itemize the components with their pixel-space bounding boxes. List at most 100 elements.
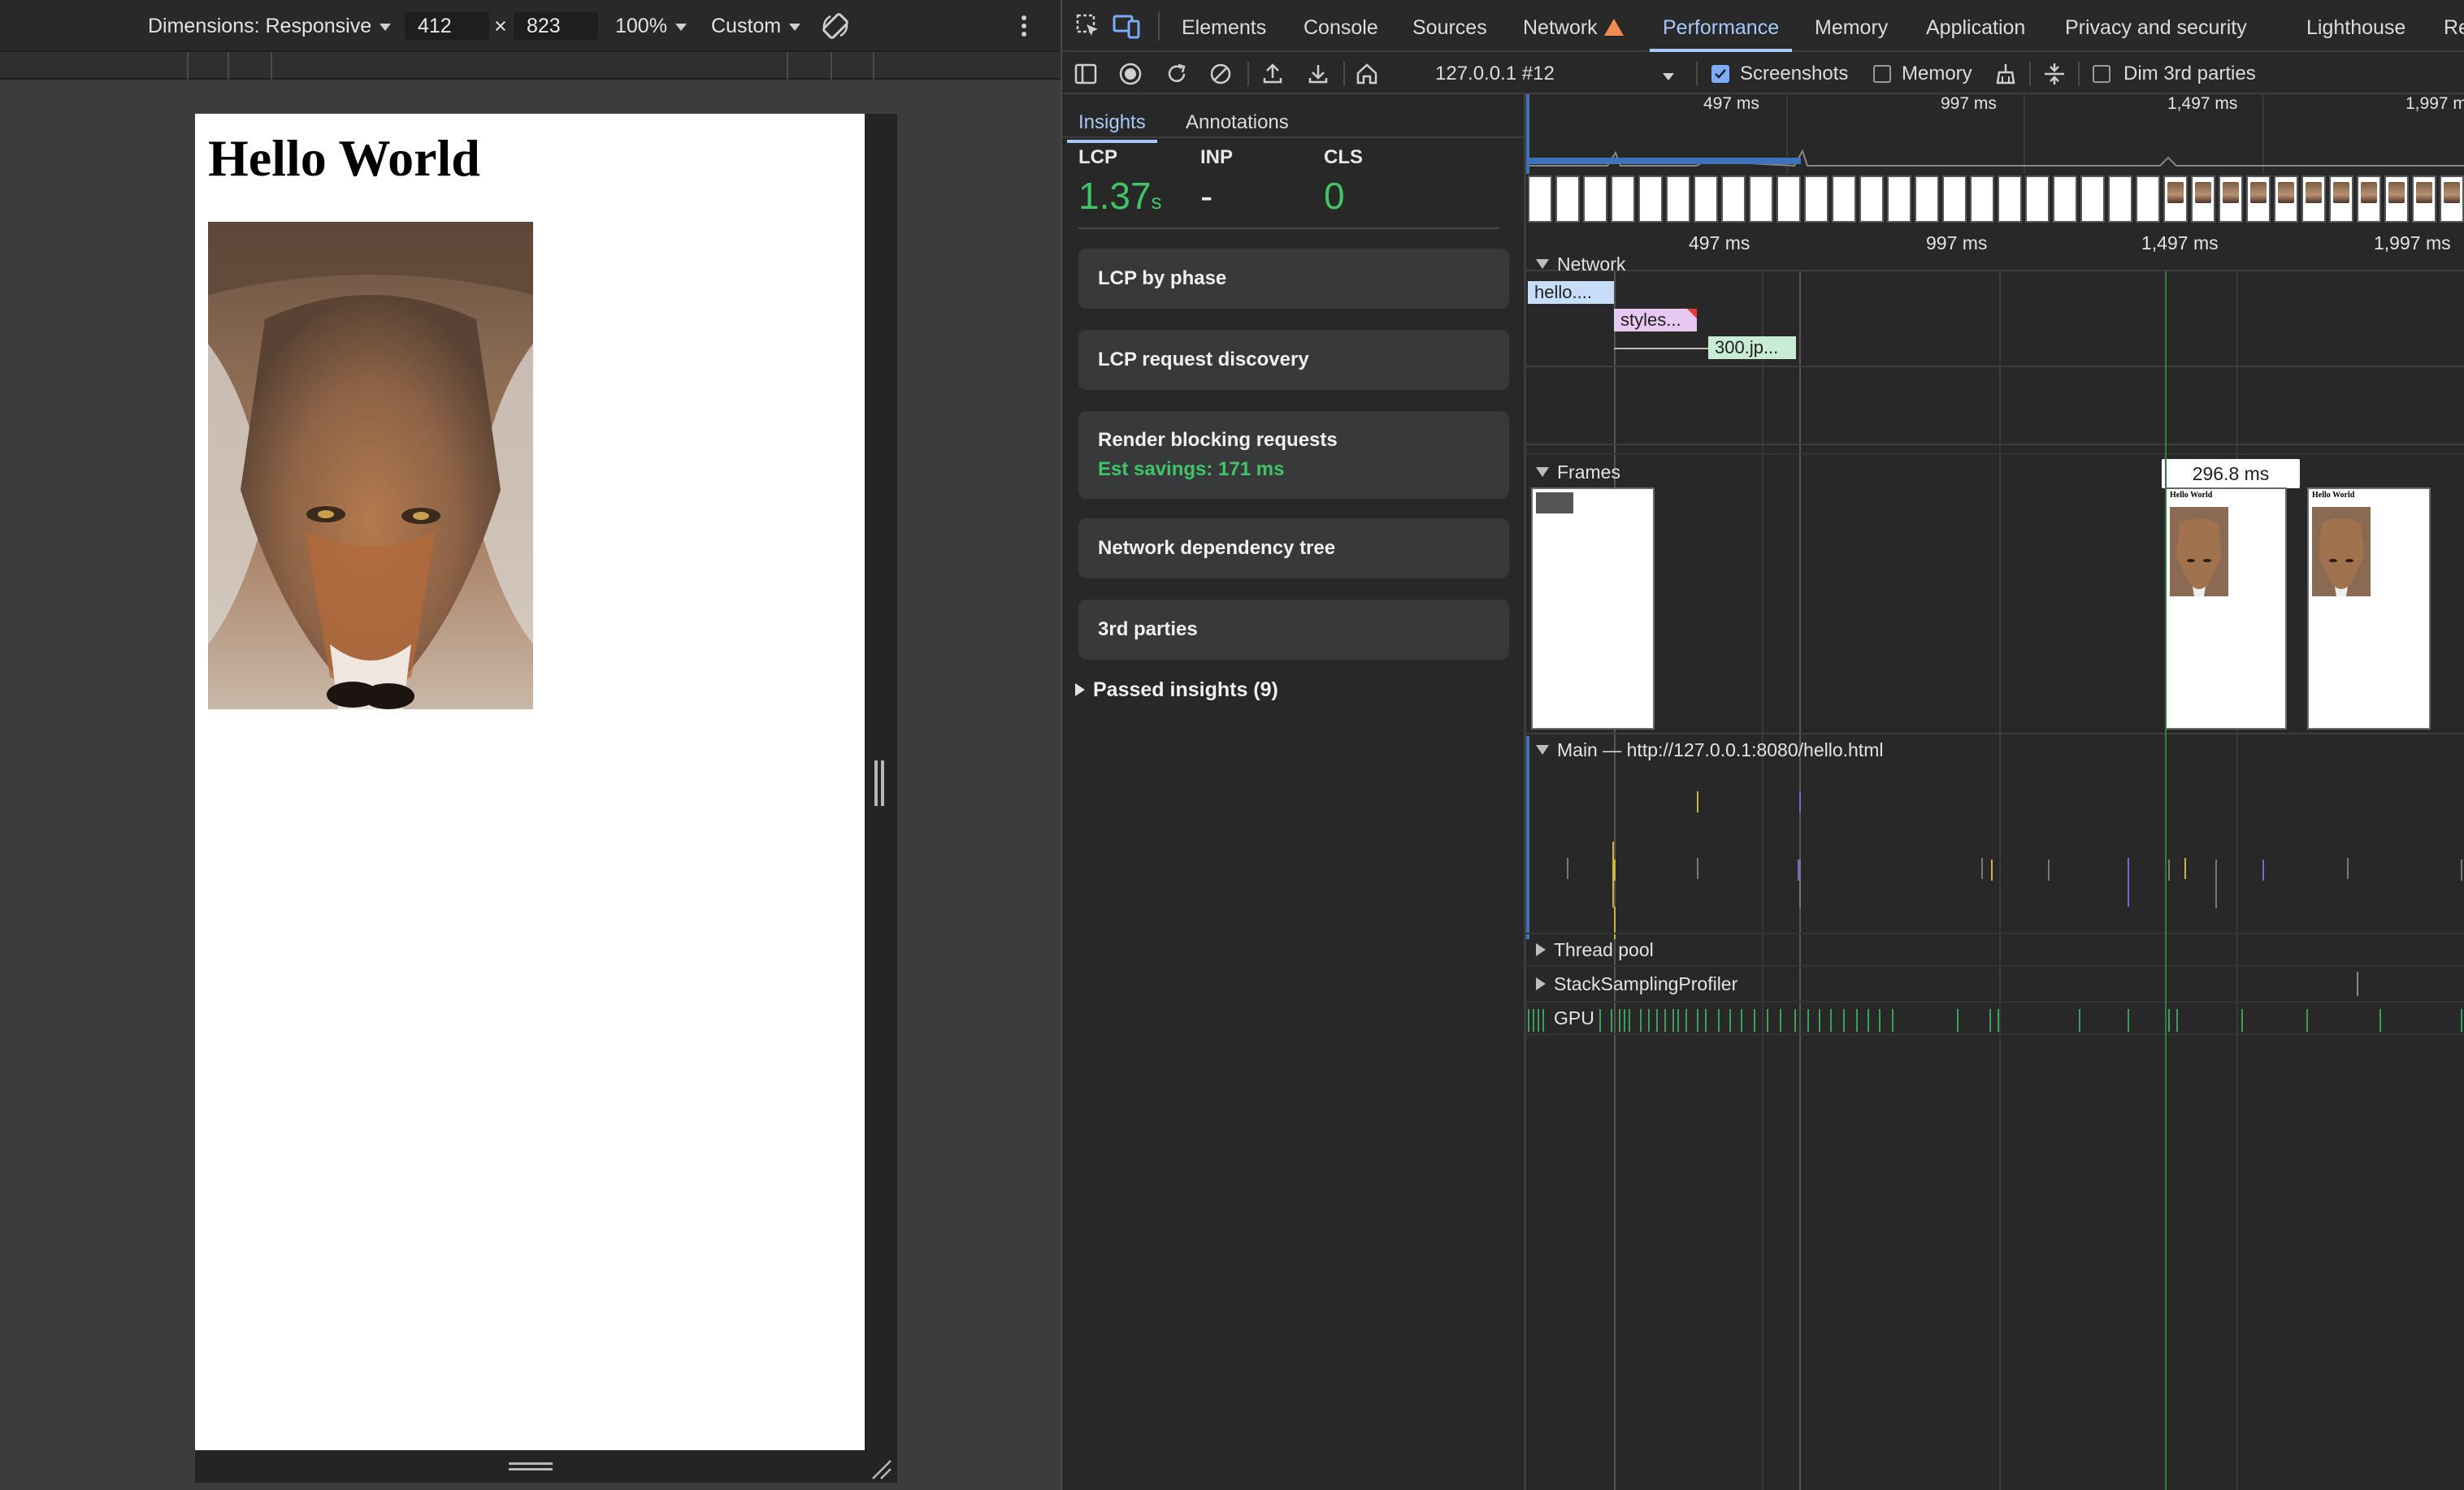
home-icon[interactable] xyxy=(1355,62,1379,86)
insight-lcp-request-discovery[interactable]: LCP request discovery xyxy=(1078,330,1509,390)
filmstrip-frame[interactable] xyxy=(1528,175,1552,223)
gpu-task-mark[interactable] xyxy=(2461,1009,2462,1032)
clear-icon[interactable] xyxy=(1208,62,1233,86)
filmstrip-frame[interactable] xyxy=(1859,175,1884,223)
gpu-task-mark[interactable] xyxy=(1533,1009,1534,1032)
broom-icon[interactable] xyxy=(1993,62,2018,86)
frame-screenshot[interactable]: Hello World xyxy=(2307,487,2431,730)
filmstrip-frame[interactable] xyxy=(2108,175,2132,223)
resize-corner-icon[interactable] xyxy=(870,1458,892,1480)
tab-network[interactable]: Network xyxy=(1523,0,1624,52)
filmstrip-frame[interactable] xyxy=(2301,175,2326,223)
main-task-mark[interactable] xyxy=(1799,860,1801,908)
main-task-mark[interactable] xyxy=(1567,858,1568,879)
main-task-mark[interactable] xyxy=(2048,860,2050,881)
emulated-viewport[interactable]: Hello World xyxy=(195,114,865,1450)
filmstrip-frame[interactable] xyxy=(2136,175,2160,223)
main-task-mark[interactable] xyxy=(2347,858,2349,879)
sidebar-toggle-icon[interactable] xyxy=(1074,62,1098,86)
filmstrip-frame[interactable] xyxy=(2219,175,2243,223)
gpu-task-mark[interactable] xyxy=(1998,1009,1999,1032)
track-stack-sampling[interactable]: StackSamplingProfiler xyxy=(1536,973,1737,995)
track-main[interactable]: Main — http://127.0.0.1:8080/hello.html xyxy=(1536,739,1883,761)
gpu-task-mark[interactable] xyxy=(1538,1009,1539,1032)
network-request-image[interactable]: 300.jp... xyxy=(1708,336,1796,359)
filmstrip-frame[interactable] xyxy=(2440,175,2464,223)
gpu-task-mark[interactable] xyxy=(1619,1009,1620,1032)
filmstrip-frame[interactable] xyxy=(1638,175,1663,223)
filmstrip-frame[interactable] xyxy=(1998,175,2022,223)
gpu-task-mark[interactable] xyxy=(1648,1009,1650,1032)
kebab-menu-icon[interactable] xyxy=(1021,15,1027,37)
timeline-panel[interactable]: 497 ms 997 ms 1,497 ms 1,997 ms 497 ms 9… xyxy=(1526,94,2464,1490)
network-request-html[interactable]: hello.... xyxy=(1528,281,1614,304)
tab-memory[interactable]: Memory xyxy=(1815,0,1888,52)
gpu-task-mark[interactable] xyxy=(1741,1009,1742,1032)
inspect-element-icon[interactable] xyxy=(1075,13,1101,39)
gpu-task-mark[interactable] xyxy=(1879,1009,1881,1032)
gpu-task-mark[interactable] xyxy=(1794,1009,1796,1032)
main-thread-activity[interactable] xyxy=(1526,760,2464,939)
filmstrip-frame[interactable] xyxy=(1776,175,1801,223)
gpu-task-mark[interactable] xyxy=(1957,1009,1959,1032)
filmstrip-frame[interactable] xyxy=(2025,175,2050,223)
gpu-task-mark[interactable] xyxy=(2176,1009,2178,1032)
memory-checkbox[interactable] xyxy=(1873,65,1891,83)
gpu-activity[interactable] xyxy=(1526,1004,2464,1032)
main-task-mark[interactable] xyxy=(1697,858,1698,879)
filmstrip-frame[interactable] xyxy=(2163,175,2188,223)
gpu-task-mark[interactable] xyxy=(1629,1009,1630,1032)
overview-selection-bar[interactable] xyxy=(1528,158,1801,164)
main-task-mark[interactable] xyxy=(1614,860,1616,881)
gpu-task-mark[interactable] xyxy=(2168,1009,2170,1032)
track-frames[interactable]: Frames xyxy=(1536,461,1620,483)
filmstrip-frame[interactable] xyxy=(2329,175,2353,223)
upload-icon[interactable] xyxy=(1260,62,1285,86)
record-icon[interactable] xyxy=(1118,62,1143,86)
main-task-mark[interactable] xyxy=(2215,860,2217,908)
gpu-task-mark[interactable] xyxy=(1729,1009,1731,1032)
tab-privacy-security[interactable]: Privacy and security xyxy=(2065,0,2247,52)
gpu-task-mark[interactable] xyxy=(1856,1009,1858,1032)
filmstrip-frame[interactable] xyxy=(2357,175,2381,223)
gpu-task-mark[interactable] xyxy=(1677,1009,1679,1032)
overview-range-handle[interactable] xyxy=(1526,94,1529,174)
tab-sources[interactable]: Sources xyxy=(1412,0,1487,52)
width-input[interactable]: 412 xyxy=(405,12,489,40)
main-task-mark[interactable] xyxy=(1991,860,1993,881)
gpu-task-mark[interactable] xyxy=(1868,1009,1869,1032)
filmstrip-frame[interactable] xyxy=(1832,175,1856,223)
device-toggle-icon[interactable] xyxy=(1113,13,1142,39)
rotate-icon[interactable] xyxy=(821,11,850,41)
gpu-task-mark[interactable] xyxy=(1656,1009,1658,1032)
insight-lcp-by-phase[interactable]: LCP by phase xyxy=(1078,249,1509,309)
media-query-bar[interactable] xyxy=(0,52,1061,80)
gpu-task-mark[interactable] xyxy=(1528,1009,1529,1032)
track-network[interactable]: Network xyxy=(1536,253,1625,275)
main-task-mark[interactable] xyxy=(1799,791,1801,812)
resize-handle-right[interactable] xyxy=(874,760,887,806)
gpu-task-mark[interactable] xyxy=(1754,1009,1755,1032)
filmstrip-frame[interactable] xyxy=(2053,175,2077,223)
tab-lighthouse[interactable]: Lighthouse xyxy=(2306,0,2405,52)
filmstrip-frame[interactable] xyxy=(1915,175,1939,223)
insight-network-dependency-tree[interactable]: Network dependency tree xyxy=(1078,518,1509,578)
gpu-task-mark[interactable] xyxy=(1843,1009,1845,1032)
gpu-task-mark[interactable] xyxy=(2306,1009,2308,1032)
tab-performance[interactable]: Performance xyxy=(1649,0,1793,52)
filmstrip-frame[interactable] xyxy=(2274,175,2298,223)
gpu-task-mark[interactable] xyxy=(1599,1009,1601,1032)
gpu-task-mark[interactable] xyxy=(1640,1009,1642,1032)
screenshots-checkbox[interactable] xyxy=(1711,65,1729,83)
gpu-task-mark[interactable] xyxy=(1697,1009,1698,1032)
gpu-task-mark[interactable] xyxy=(1542,1009,1544,1032)
filmstrip-frame[interactable] xyxy=(1721,175,1746,223)
network-request-css[interactable]: styles... xyxy=(1614,309,1697,331)
gpu-task-mark[interactable] xyxy=(1705,1009,1707,1032)
main-task-mark[interactable] xyxy=(1697,791,1698,812)
gpu-task-mark[interactable] xyxy=(1819,1009,1820,1032)
gpu-task-mark[interactable] xyxy=(2241,1009,2243,1032)
recording-select[interactable]: 127.0.0.1 #12 xyxy=(1435,54,1555,94)
dimensions-dropdown[interactable]: Dimensions: Responsive xyxy=(148,0,392,52)
gpu-task-mark[interactable] xyxy=(1611,1009,1612,1032)
